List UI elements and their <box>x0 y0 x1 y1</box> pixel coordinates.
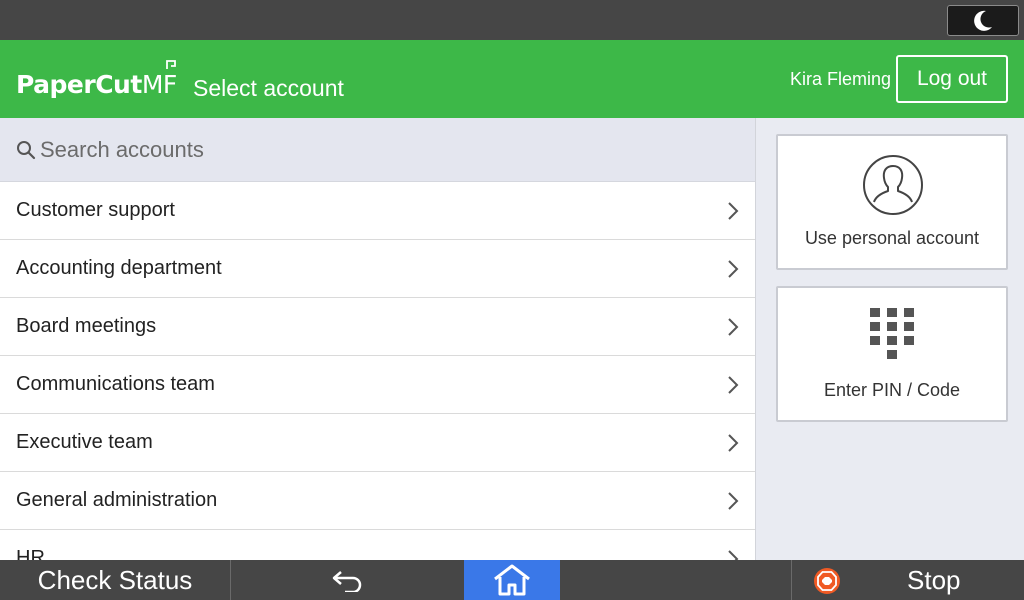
list-item[interactable]: HR <box>0 530 755 560</box>
user-name: Kira Fleming <box>790 69 892 89</box>
check-status-button[interactable]: Check Status <box>0 560 231 600</box>
stop-button[interactable]: Stop <box>793 560 1024 600</box>
account-label: Board meetings <box>16 315 157 337</box>
energy-saver-button[interactable] <box>947 5 1019 36</box>
back-arrow-icon <box>332 571 362 592</box>
chevron-right-icon <box>728 550 739 560</box>
device-bottom-bar: Check Status Stop <box>0 560 1024 600</box>
stop-label: Stop <box>907 565 961 595</box>
account-label: HR <box>16 547 45 560</box>
personal-account-label: Use personal account <box>804 228 980 248</box>
account-label: General administration <box>16 489 218 511</box>
home-button[interactable] <box>464 560 560 600</box>
account-label: Communications team <box>16 373 215 395</box>
pin-code-label: Enter PIN / Code <box>823 380 961 400</box>
account-label: Executive team <box>16 431 153 453</box>
chevron-right-icon <box>728 376 739 394</box>
search-input[interactable] <box>40 132 740 168</box>
chevron-right-icon <box>728 434 739 452</box>
enter-pin-button[interactable]: Enter PIN / Code <box>776 286 1008 422</box>
use-personal-account-button[interactable]: Use personal account <box>776 134 1008 270</box>
logout-button[interactable]: Log out <box>896 55 1008 103</box>
list-item[interactable]: Customer support <box>0 182 755 240</box>
options-panel: Use personal account Enter PIN / Code <box>757 118 1024 560</box>
page-title: Select account <box>193 75 344 101</box>
account-label: Accounting department <box>16 257 222 279</box>
papercut-logo: PaperCutMF <box>16 70 177 99</box>
list-item[interactable]: General administration <box>0 472 755 530</box>
search-bar <box>0 118 755 182</box>
keypad-icon <box>870 308 914 359</box>
back-button[interactable] <box>232 560 464 600</box>
logo-mark-icon <box>166 60 176 69</box>
stop-icon <box>814 568 840 594</box>
account-list-panel: Customer support Accounting department B… <box>0 118 756 560</box>
home-icon <box>494 564 530 596</box>
chevron-right-icon <box>728 318 739 336</box>
chevron-right-icon <box>728 492 739 510</box>
chevron-right-icon <box>728 260 739 278</box>
account-label: Customer support <box>16 199 175 221</box>
empty-slot <box>560 560 792 600</box>
moon-icon <box>974 10 992 31</box>
app-header: PaperCutMF Select account Kira Fleming L… <box>0 40 1024 118</box>
system-bar <box>0 0 1024 40</box>
account-list: Customer support Accounting department B… <box>0 182 755 560</box>
list-item[interactable]: Accounting department <box>0 240 755 298</box>
list-item[interactable]: Executive team <box>0 414 755 472</box>
person-icon <box>863 155 923 215</box>
list-item[interactable]: Communications team <box>0 356 755 414</box>
search-icon <box>17 141 36 160</box>
chevron-right-icon <box>728 202 739 220</box>
list-item[interactable]: Board meetings <box>0 298 755 356</box>
